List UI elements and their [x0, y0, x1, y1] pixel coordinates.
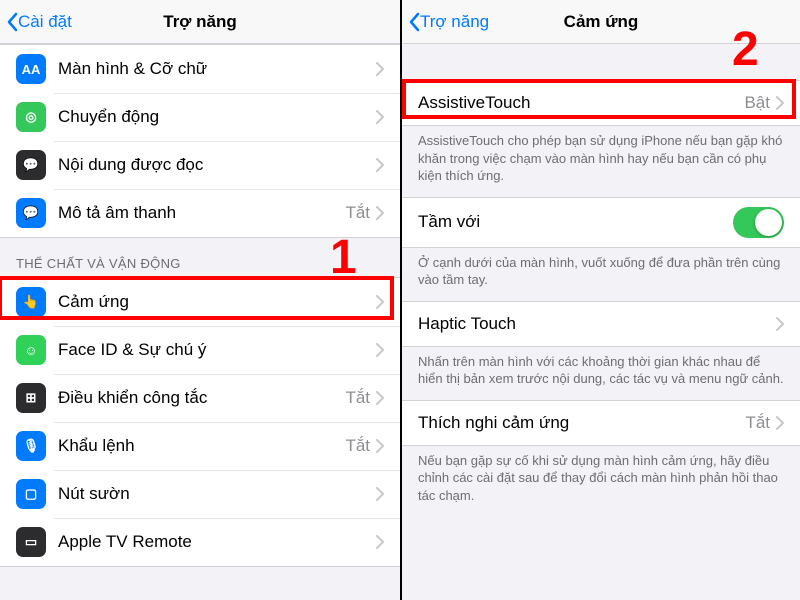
settings-row[interactable]: ▭ Apple TV Remote	[0, 518, 400, 566]
faceid-icon: ☺	[16, 335, 46, 365]
back-label: Cài đặt	[18, 12, 72, 32]
chevron-left-icon	[408, 12, 420, 32]
reachability-footer: Ở cạnh dưới của màn hình, vuốt xuống để …	[402, 248, 800, 301]
chevron-right-icon	[376, 535, 384, 549]
switch-control-icon: ⊞	[16, 383, 46, 413]
touch-accommodations-footer: Nếu bạn gặp sự cố khi sử dụng màn hình c…	[402, 446, 800, 517]
chevron-right-icon	[376, 487, 384, 501]
row-label: Apple TV Remote	[58, 532, 376, 552]
chevron-right-icon	[376, 391, 384, 405]
settings-accessibility-panel: Cài đặt Trợ năng AA Màn hình & Cỡ chữ ◎ Chu…	[0, 0, 400, 600]
chevron-right-icon	[776, 416, 784, 430]
touch-accommodations-row[interactable]: Thích nghi cảm ứng Tắt	[402, 401, 800, 445]
row-label: Cảm ứng	[58, 292, 376, 312]
row-label: Màn hình & Cỡ chữ	[58, 59, 376, 79]
settings-row[interactable]: 🎙 Khẩu lệnhTắt	[0, 422, 400, 470]
row-label: Nút sườn	[58, 484, 376, 504]
settings-list-scroll[interactable]: AssistiveTouch Bật AssistiveTouch cho ph…	[402, 44, 800, 600]
chevron-right-icon	[376, 343, 384, 357]
chevron-right-icon	[776, 96, 784, 110]
appletv-remote-icon: ▭	[16, 527, 46, 557]
row-label: Face ID & Sự chú ý	[58, 340, 376, 360]
spoken-content-icon: 💬	[16, 150, 46, 180]
row-value: Tắt	[745, 413, 770, 433]
reachability-section: Tầm với	[402, 197, 800, 248]
reachability-row[interactable]: Tầm với	[402, 198, 800, 247]
display-text-icon: AA	[16, 54, 46, 84]
physical-section: 👆 Cảm ứng ☺ Face ID & Sự chú ý ⊞ Điều khiển c…	[0, 277, 400, 567]
settings-touch-panel: Trợ năng Cảm ứng AssistiveTouch Bật Assi…	[400, 0, 800, 600]
row-label: Chuyển động	[58, 107, 376, 127]
touch-icon: 👆	[16, 287, 46, 317]
settings-row[interactable]: ▢ Nút sườn	[0, 470, 400, 518]
settings-row[interactable]: ◎ Chuyển động	[0, 93, 400, 141]
chevron-right-icon	[376, 206, 384, 220]
side-button-icon: ▢	[16, 479, 46, 509]
haptictouch-section: Haptic Touch	[402, 301, 800, 347]
row-value: Bật	[744, 93, 770, 113]
row-label: Khẩu lệnh	[58, 436, 345, 456]
chevron-right-icon	[376, 439, 384, 453]
section-header-physical: THỂ CHẤT VÀ VẬN ĐỘNG	[0, 238, 400, 277]
motion-icon: ◎	[16, 102, 46, 132]
chevron-right-icon	[376, 62, 384, 76]
settings-row[interactable]: ⊞ Điều khiển công tắcTắt	[0, 374, 400, 422]
row-value: Tắt	[345, 203, 370, 223]
assistivetouch-footer: AssistiveTouch cho phép bạn sử dụng iPho…	[402, 126, 800, 197]
row-value: Tắt	[345, 388, 370, 408]
settings-row[interactable]: 💬 Mô tả âm thanhTắt	[0, 189, 400, 237]
row-label: AssistiveTouch	[418, 93, 744, 113]
back-label: Trợ năng	[420, 12, 489, 32]
navbar: Cài đặt Trợ năng	[0, 0, 400, 44]
row-label: Tầm với	[418, 212, 733, 232]
settings-row[interactable]: 👆 Cảm ứng	[0, 278, 400, 326]
row-label: Haptic Touch	[418, 314, 776, 334]
vision-section: AA Màn hình & Cỡ chữ ◎ Chuyển động 💬 Nội dung…	[0, 44, 400, 238]
settings-row[interactable]: 💬 Nội dung được đọc	[0, 141, 400, 189]
back-button[interactable]: Cài đặt	[0, 12, 72, 32]
row-label: Nội dung được đọc	[58, 155, 376, 175]
settings-row[interactable]: ☺ Face ID & Sự chú ý	[0, 326, 400, 374]
navbar: Trợ năng Cảm ứng	[402, 0, 800, 44]
assistivetouch-row[interactable]: AssistiveTouch Bật	[402, 81, 800, 125]
row-label: Thích nghi cảm ứng	[418, 413, 745, 433]
reachability-toggle[interactable]	[733, 207, 784, 238]
settings-list-scroll[interactable]: AA Màn hình & Cỡ chữ ◎ Chuyển động 💬 Nội dung…	[0, 44, 400, 600]
audio-desc-icon: 💬	[16, 198, 46, 228]
touch-accommodations-section: Thích nghi cảm ứng Tắt	[402, 400, 800, 446]
settings-row[interactable]: AA Màn hình & Cỡ chữ	[0, 45, 400, 93]
haptictouch-row[interactable]: Haptic Touch	[402, 302, 800, 346]
row-label: Điều khiển công tắc	[58, 388, 345, 408]
chevron-right-icon	[376, 295, 384, 309]
chevron-left-icon	[6, 12, 18, 32]
back-button[interactable]: Trợ năng	[402, 12, 489, 32]
row-label: Mô tả âm thanh	[58, 203, 345, 223]
chevron-right-icon	[776, 317, 784, 331]
voice-control-icon: 🎙	[16, 431, 46, 461]
assistivetouch-section: AssistiveTouch Bật	[402, 80, 800, 126]
chevron-right-icon	[376, 110, 384, 124]
chevron-right-icon	[376, 158, 384, 172]
haptictouch-footer: Nhấn trên màn hình với các khoảng thời g…	[402, 347, 800, 400]
row-value: Tắt	[345, 436, 370, 456]
